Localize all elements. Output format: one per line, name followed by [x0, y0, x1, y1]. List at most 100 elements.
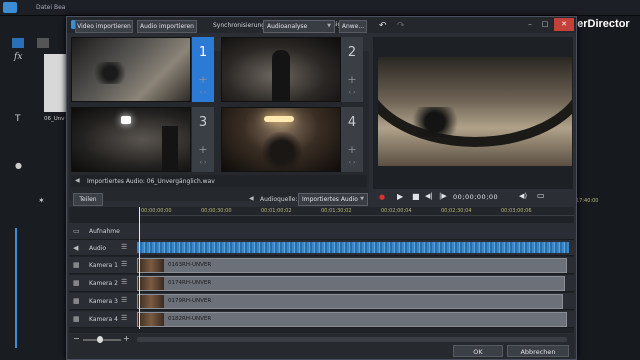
- chevron-left-icon[interactable]: ‹: [349, 89, 351, 96]
- fx-icon[interactable]: fx: [14, 52, 22, 62]
- background-left-panel: fx 06_Unv T ● ✶: [0, 16, 68, 360]
- stage-lights: [264, 116, 294, 122]
- text-icon[interactable]: T: [15, 114, 21, 124]
- track-menu-icon[interactable]: ☰: [121, 243, 127, 251]
- chevron-left-icon[interactable]: ‹: [200, 159, 202, 166]
- play-icon[interactable]: ▶: [397, 192, 403, 201]
- chevron-left-icon[interactable]: ‹: [349, 159, 351, 166]
- camera-4-add-icon[interactable]: +: [341, 143, 363, 156]
- fullscreen-icon[interactable]: ▭: [537, 191, 545, 200]
- track-menu-icon[interactable]: ☰: [121, 278, 127, 286]
- track-label: Kamera 2: [89, 280, 118, 287]
- singer-figure: [272, 50, 290, 101]
- clip-thumbnail: [138, 277, 164, 290]
- camera-4-number: 4: [347, 115, 357, 130]
- previous-frame-icon[interactable]: ◀|: [425, 192, 433, 200]
- chevron-left-icon[interactable]: ‹: [200, 89, 202, 96]
- camera-2-add-icon[interactable]: +: [341, 73, 363, 86]
- timecode: 00;00;00;00: [453, 193, 499, 201]
- cancel-button[interactable]: Abbrechen: [507, 345, 569, 357]
- camera-1-add-icon[interactable]: +: [192, 73, 214, 86]
- track-label: Aufnahme: [89, 228, 120, 235]
- minimize-button[interactable]: –: [523, 18, 537, 31]
- track-label: Kamera 4: [89, 316, 118, 323]
- sync-value: Audioanalyse: [267, 23, 308, 30]
- camera-4-preview[interactable]: [221, 107, 341, 172]
- menu-bearbeiten[interactable]: Bea: [54, 4, 65, 11]
- media-thumb[interactable]: [44, 54, 68, 112]
- camera-3-add-icon[interactable]: +: [192, 143, 214, 156]
- maximize-button[interactable]: □: [538, 18, 552, 31]
- background-menubar: Datei Bea: [0, 0, 640, 16]
- timeline-scrollbar[interactable]: [137, 337, 567, 342]
- zoom-slider-handle[interactable]: [97, 336, 103, 343]
- camera-3-preview[interactable]: [71, 107, 191, 172]
- wand-icon[interactable]: ✶: [38, 196, 45, 205]
- camera-icon[interactable]: [37, 38, 49, 48]
- camera-1-clip[interactable]: 0163RH-UNVER: [137, 258, 567, 273]
- band-figures: [406, 107, 464, 137]
- audio-source-value: Importiertes Audio: [302, 196, 358, 203]
- chevron-right-icon[interactable]: ›: [204, 159, 206, 166]
- camera-4-selector[interactable]: 4 + ‹ ›: [341, 107, 363, 172]
- track-menu-icon[interactable]: ☰: [121, 314, 127, 322]
- sync-dropdown[interactable]: Audioanalyse ▼: [263, 20, 335, 33]
- undo-icon[interactable]: ↶: [379, 21, 387, 31]
- stop-icon[interactable]: ■: [412, 192, 420, 201]
- close-button[interactable]: ✕: [554, 18, 574, 31]
- ok-button[interactable]: OK: [453, 345, 503, 357]
- track-audio: ◀ Audio ☰: [69, 240, 574, 256]
- band-figures: [90, 62, 130, 84]
- audio-waveform[interactable]: [137, 242, 569, 253]
- camera-3-clip[interactable]: 0179RH-UNVER: [137, 294, 563, 309]
- camera-4-nav[interactable]: ‹ ›: [342, 159, 362, 166]
- import-icon[interactable]: [12, 38, 24, 48]
- camera-1-nav[interactable]: ‹ ›: [193, 89, 213, 96]
- track-kamera-2: ▦ Kamera 2 ☰ 0174RH-UNVER: [69, 275, 574, 292]
- chevron-right-icon[interactable]: ›: [204, 89, 206, 96]
- more-button[interactable]: Anwe...: [339, 20, 367, 33]
- track-aufnahme: ▭ Aufnahme: [69, 223, 574, 240]
- mic-icon[interactable]: ●: [15, 161, 22, 170]
- track-kamera-1: ▦ Kamera 1 ☰ 0163RH-UNVER: [69, 257, 574, 274]
- split-button[interactable]: Teilen: [73, 193, 103, 206]
- menu-datei[interactable]: Datei: [36, 4, 52, 11]
- camera-2-preview[interactable]: [221, 37, 341, 102]
- chevron-right-icon[interactable]: ›: [353, 89, 355, 96]
- clip-name: 0174RH-UNVER: [168, 280, 212, 286]
- zoom-in-button[interactable]: +: [123, 334, 130, 343]
- camera-4-clip[interactable]: 0182RH-UNVER: [137, 312, 567, 327]
- record-icon[interactable]: ●: [379, 193, 385, 201]
- zoom-out-button[interactable]: −: [73, 334, 80, 343]
- camera-3-nav[interactable]: ‹ ›: [193, 159, 213, 166]
- camera-2-clip[interactable]: 0174RH-UNVER: [137, 276, 565, 291]
- camera-1-preview[interactable]: [71, 37, 191, 102]
- camera-2-selector[interactable]: 2 + ‹ ›: [341, 37, 363, 102]
- chevron-down-icon: ▼: [327, 23, 331, 29]
- background-right-panel: verDirector 17:40:00: [570, 16, 640, 360]
- volume-icon[interactable]: ◀): [519, 192, 527, 200]
- camera-3-selector[interactable]: 3 + ‹ ›: [192, 107, 214, 172]
- ruler-tick: 00;02;30;04: [441, 208, 472, 214]
- speaker-icon: ◀: [73, 244, 79, 252]
- time-ruler[interactable]: 00;00;00;00 00;00;30;00 00;01;00;02 00;0…: [139, 207, 574, 216]
- camera-1-selector[interactable]: 1 + ‹ ›: [192, 37, 214, 102]
- guitarist-figure: [162, 126, 178, 171]
- film-icon: ▦: [73, 315, 80, 323]
- chevron-right-icon[interactable]: ›: [353, 159, 355, 166]
- next-frame-icon[interactable]: |▶: [439, 192, 447, 200]
- clip-name: 0179RH-UNVER: [168, 298, 212, 304]
- audio-source-dropdown[interactable]: Importiertes Audio ▼: [298, 193, 368, 206]
- film-icon: ▦: [73, 261, 80, 269]
- track-menu-icon[interactable]: ☰: [121, 296, 127, 304]
- bg-ruler-tick: 17:40:00: [576, 198, 599, 204]
- film-icon: ▦: [73, 297, 80, 305]
- track-label: Audio: [89, 245, 107, 252]
- track-menu-icon[interactable]: ☰: [121, 260, 127, 268]
- ruler-tick: 00;00;00;00: [141, 208, 172, 214]
- redo-icon[interactable]: ↷: [397, 21, 405, 31]
- import-video-button[interactable]: Video importieren: [75, 20, 133, 33]
- import-audio-button[interactable]: Audio importieren: [137, 20, 197, 33]
- camera-2-nav[interactable]: ‹ ›: [342, 89, 362, 96]
- playhead[interactable]: [139, 207, 140, 329]
